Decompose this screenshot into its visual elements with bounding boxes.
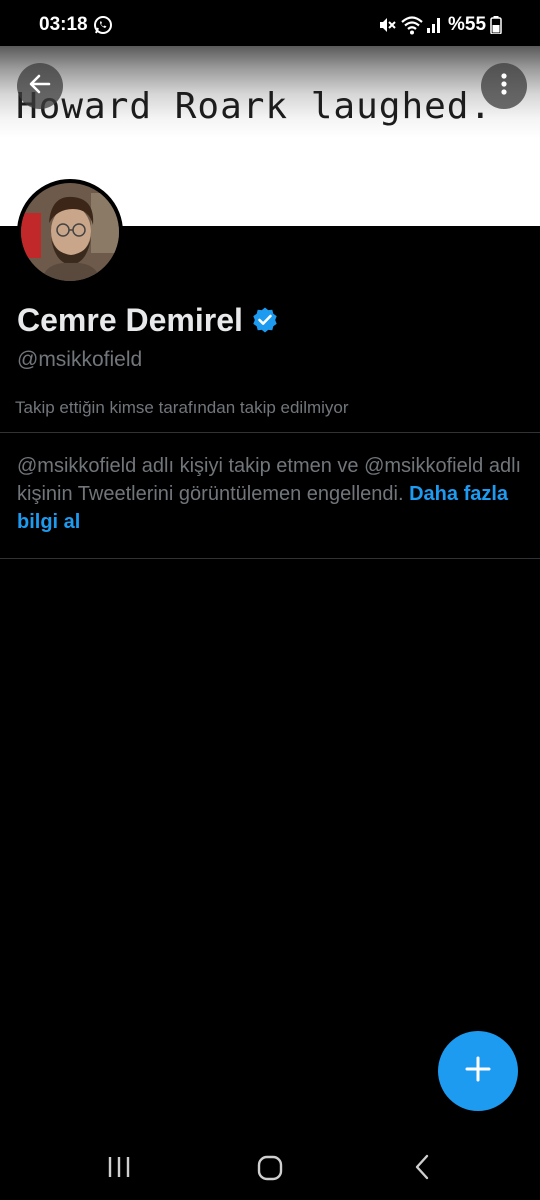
more-vertical-icon [501,72,507,101]
status-bar: 03:18 %55 [0,0,540,46]
profile-name: Cemre Demirel [17,301,243,338]
signal-icon [426,16,442,39]
wifi-icon [400,15,424,40]
divider [0,432,540,433]
more-options-button[interactable] [481,63,527,109]
battery-level: %55 [448,14,487,35]
back-chevron-icon[interactable] [413,1154,431,1185]
banner-quote-text: Howard Roark laughed. [16,86,493,127]
mute-icon [378,16,396,39]
follow-context-text: Takip ettiğin kimse tarafından takip edi… [15,398,349,417]
battery-icon [490,16,502,39]
profile-handle: @msikkofield [17,348,143,371]
blocked-notice: @msikkofield adlı kişiyi takip etmen ve … [17,452,527,536]
back-button[interactable] [17,63,63,109]
recents-icon[interactable] [106,1155,132,1184]
system-navigation-bar [0,1136,540,1200]
compose-tweet-button[interactable] [438,1031,518,1111]
arrow-left-icon [27,71,53,102]
profile-name-row: Cemre Demirel [17,300,279,340]
verified-badge-icon[interactable] [251,306,279,334]
whatsapp-icon [93,15,113,40]
home-icon[interactable] [257,1155,283,1186]
divider [0,558,540,559]
plus-icon [464,1055,492,1088]
status-time: 03:18 [39,14,88,35]
avatar[interactable] [17,179,123,285]
